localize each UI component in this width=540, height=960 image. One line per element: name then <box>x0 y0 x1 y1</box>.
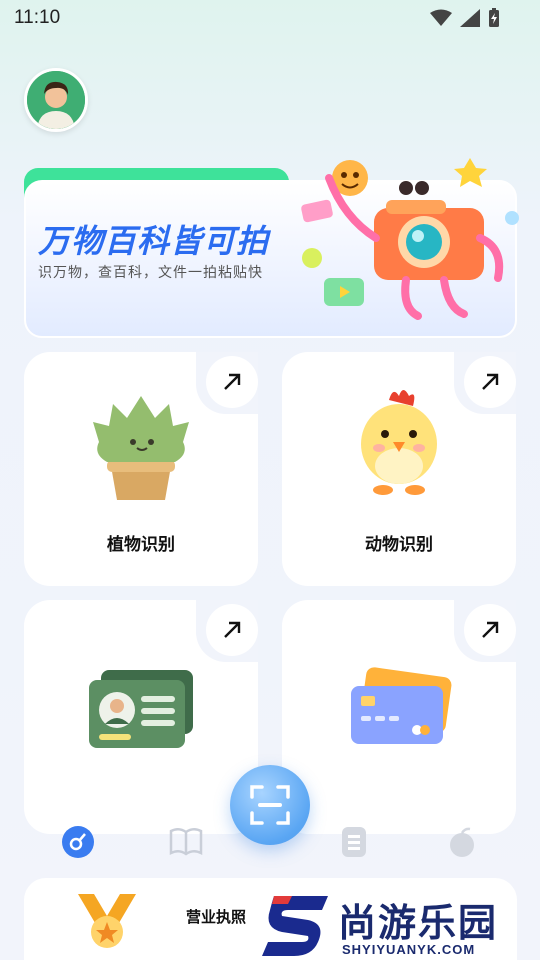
badge-icon <box>78 894 136 948</box>
signal-icon <box>460 9 480 27</box>
user-avatar-icon <box>27 71 85 129</box>
watermark-logo-icon <box>262 896 328 956</box>
banner-title: 万物百科皆可拍 <box>38 222 270 260</box>
open-arrow-icon[interactable] <box>464 356 516 408</box>
battery-icon <box>489 8 499 27</box>
scan-button[interactable] <box>230 765 310 845</box>
card-label: 动物识别 <box>365 535 433 555</box>
bank-card-recognition-card[interactable] <box>282 600 516 834</box>
plant-icon <box>93 396 189 500</box>
wifi-icon <box>430 9 452 26</box>
bank-card-icon <box>351 667 452 744</box>
business-license-label: 营业执照 <box>186 908 247 926</box>
id-card-recognition-card[interactable] <box>24 600 258 834</box>
open-arrow-icon[interactable] <box>206 604 258 656</box>
watermark: 尚游乐园 SHYIYUANYK.COM <box>262 890 540 960</box>
watermark-url: SHYIYUANYK.COM <box>342 942 476 957</box>
chick-icon <box>361 390 437 495</box>
camera-mascot-icon <box>301 158 519 320</box>
nav-book-icon[interactable] <box>168 824 204 860</box>
plant-recognition-card[interactable]: 植物识别 <box>24 352 258 586</box>
avatar[interactable] <box>24 68 88 132</box>
id-card-icon <box>89 670 193 748</box>
nav-home-icon[interactable] <box>60 824 96 860</box>
nav-fruit-icon[interactable] <box>444 824 480 860</box>
open-arrow-icon[interactable] <box>206 356 258 408</box>
watermark-brand: 尚游乐园 <box>338 901 499 945</box>
open-arrow-icon[interactable] <box>464 604 516 656</box>
banner-subtitle: 识万物，查百科，文件一拍粘贴快 <box>38 265 263 281</box>
status-time: 11:10 <box>14 7 61 28</box>
hero-banner[interactable]: 万物百科皆可拍 识万物，查百科，文件一拍粘贴快 <box>24 158 519 338</box>
status-icons <box>430 8 500 28</box>
animal-recognition-card[interactable]: 动物识别 <box>282 352 516 586</box>
status-bar: 11:10 <box>0 0 540 36</box>
nav-list-icon[interactable] <box>336 824 372 860</box>
scan-icon <box>250 785 290 825</box>
card-label: 植物识别 <box>107 535 175 555</box>
